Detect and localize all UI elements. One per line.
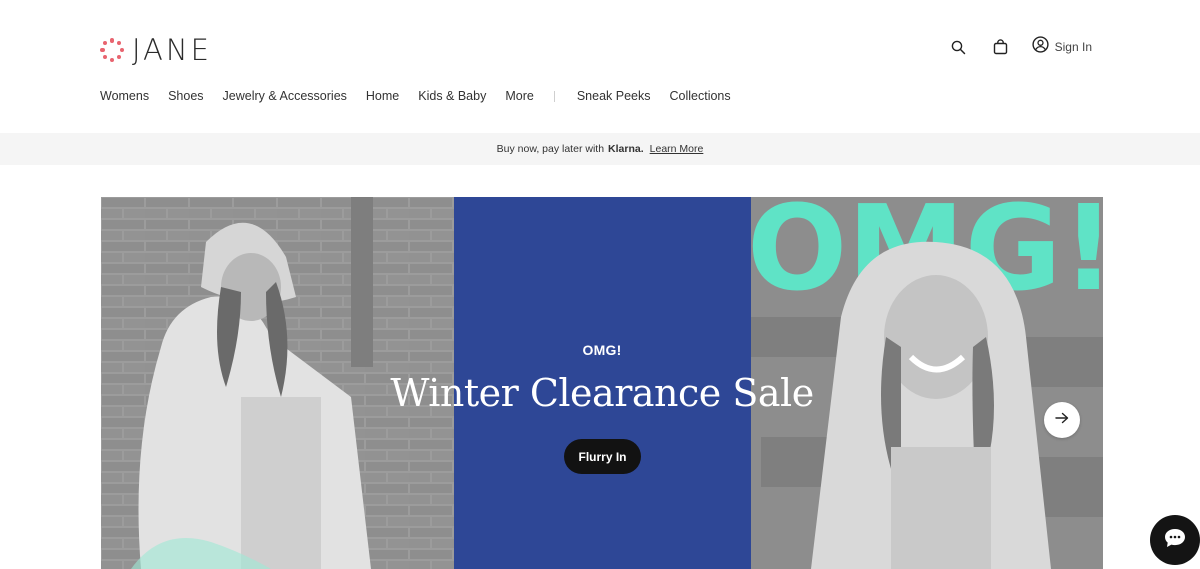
flurry-in-button[interactable]: Flurry In: [564, 439, 641, 474]
nav-item-shoes[interactable]: Shoes: [168, 89, 203, 103]
header-utilities: Sign In: [948, 36, 1092, 58]
chat-button[interactable]: [1150, 515, 1200, 565]
nav-item-sneak-peeks[interactable]: Sneak Peeks: [577, 89, 651, 103]
promo-text: Buy now, pay later with: [496, 143, 605, 155]
nav-item-more[interactable]: More: [505, 89, 533, 103]
search-icon[interactable]: [948, 36, 970, 58]
hero-image-right: OMG!: [751, 197, 1103, 569]
nav-item-jewelry-accessories[interactable]: Jewelry & Accessories: [223, 89, 347, 103]
sign-in-label: Sign In: [1054, 40, 1092, 54]
hero-center-panel: [454, 197, 751, 569]
klarna-logo: Klarna.: [608, 143, 644, 155]
main-nav: Womens Shoes Jewelry & Accessories Home …: [100, 89, 750, 103]
brand-name: JANE: [132, 33, 212, 67]
sign-in-link[interactable]: Sign In: [1032, 36, 1092, 58]
brand-logo[interactable]: JANE: [100, 35, 212, 65]
nav-item-collections[interactable]: Collections: [670, 89, 731, 103]
nav-item-womens[interactable]: Womens: [100, 89, 149, 103]
chat-bubble-icon: [1163, 527, 1187, 554]
klarna-promo-banner: Buy now, pay later with Klarna. Learn Mo…: [0, 133, 1200, 165]
shopping-bag-icon[interactable]: [990, 36, 1012, 58]
learn-more-link[interactable]: Learn More: [650, 143, 704, 155]
nav-item-kids-baby[interactable]: Kids & Baby: [418, 89, 486, 103]
site-header: JANE Sign In Womens Shoes Jewelry & Acce…: [0, 0, 1200, 133]
carousel-next-button[interactable]: [1044, 402, 1080, 438]
hero-image-left: [101, 197, 454, 569]
nav-item-home[interactable]: Home: [366, 89, 399, 103]
arrow-right-icon: [1055, 411, 1069, 429]
user-circle-icon: [1032, 36, 1049, 58]
nav-divider: [553, 90, 555, 102]
hero-carousel: OMG! OMG! Winter Clearance Sale Flurry I…: [101, 197, 1103, 569]
logo-dots-icon: [100, 38, 124, 62]
